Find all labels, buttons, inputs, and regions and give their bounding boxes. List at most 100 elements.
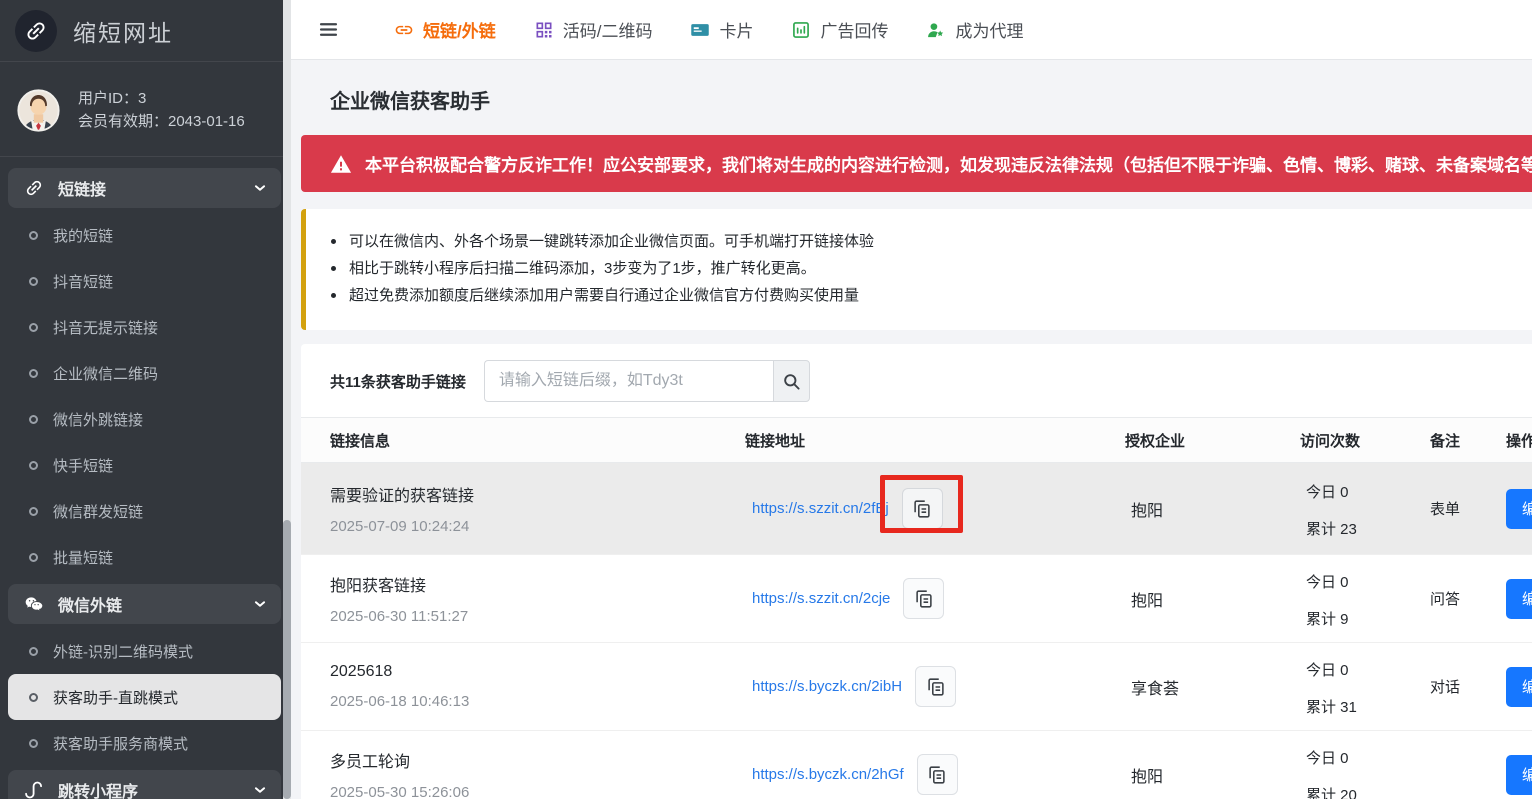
screen: 缩短网址 用户ID：	[0, 0, 1532, 799]
search-button[interactable]	[773, 360, 810, 402]
sidebar-item[interactable]: 获客助手-直跳模式	[8, 674, 281, 720]
sidebar-item[interactable]: 我的短链	[8, 212, 281, 258]
nav-tab-label: 广告回传	[820, 17, 888, 42]
copy-icon	[926, 764, 948, 786]
card-icon	[690, 20, 710, 40]
content: 企业微信获客助手 本平台积极配合警方反诈工作！应公安部要求，我们将对生成的内容进…	[291, 60, 1532, 799]
edit-button[interactable]: 编辑	[1506, 579, 1532, 619]
sidebar-header: 缩短网址	[0, 0, 291, 62]
link-title: 需要验证的获客链接	[330, 482, 745, 506]
visits-today: 今日 0	[1306, 747, 1430, 768]
table-body: 需要验证的获客链接 2025-07-09 10:24:24 https://s.…	[301, 463, 1532, 799]
sidebar-section-label: 短链接	[58, 176, 106, 200]
sidebar-item[interactable]: 获客助手服务商模式	[8, 720, 281, 766]
copy-button[interactable]	[902, 488, 943, 529]
link-icon	[394, 20, 414, 40]
topbar: 短链/外链 活码/二维码 卡片 广告回传 成为代理	[291, 0, 1532, 60]
sidebar-item[interactable]: 微信外跳链接	[8, 396, 281, 442]
copy-button[interactable]	[915, 666, 956, 707]
table-row: 需要验证的获客链接 2025-07-09 10:24:24 https://s.…	[301, 463, 1532, 555]
agent-icon	[926, 20, 946, 40]
circle-icon	[29, 415, 38, 424]
sidebar-item[interactable]: 批量短链	[8, 534, 281, 580]
sidebar-section[interactable]: 微信外链	[8, 584, 281, 624]
short-url-link[interactable]: https://s.byczk.cn/2ibH	[752, 678, 902, 695]
tips-card: 可以在微信内、外各个场景一键跳转添加企业微信页面。可手机端打开链接体验相比于跳转…	[301, 209, 1532, 330]
column-header: 操作	[1506, 430, 1532, 451]
membership-validity: 会员有效期：2043-01-16	[78, 110, 245, 133]
circle-icon	[29, 323, 38, 332]
sidebar-item[interactable]: 快手短链	[8, 442, 281, 488]
column-header: 链接信息	[330, 430, 745, 451]
circle-icon	[29, 739, 38, 748]
nav-tab[interactable]: 卡片	[690, 17, 753, 42]
sidebar-item-label: 抖音短链	[53, 271, 113, 292]
edit-button[interactable]: 编辑	[1506, 755, 1532, 795]
sidebar-section[interactable]: 短链接	[8, 168, 281, 208]
main-area: 短链/外链 活码/二维码 卡片 广告回传 成为代理 企业微信获客助手 本平台积极…	[291, 0, 1532, 799]
column-header: 授权企业	[1125, 430, 1300, 451]
copy-button[interactable]	[917, 754, 958, 795]
short-url-link[interactable]: https://s.szzit.cn/2fBj	[752, 500, 889, 517]
nav-tab-label: 卡片	[719, 17, 753, 42]
sidebar-item-label: 快手短链	[53, 455, 113, 476]
sidebar-item[interactable]: 抖音短链	[8, 258, 281, 304]
sidebar-scrollbar[interactable]	[283, 0, 291, 799]
edit-button[interactable]: 编辑	[1506, 667, 1532, 707]
sidebar-item-label: 抖音无提示链接	[53, 317, 158, 338]
user-panel: 用户ID：3 会员有效期：2043-01-16	[0, 62, 291, 157]
search-input[interactable]	[484, 360, 773, 402]
short-url-link[interactable]: https://s.byczk.cn/2hGf	[752, 766, 904, 783]
remark-text: 对话	[1430, 676, 1506, 697]
nav-tab-label: 成为代理	[955, 17, 1023, 42]
sidebar-section[interactable]: 跳转小程序	[8, 770, 281, 799]
visits-total: 累计 23	[1306, 518, 1430, 539]
copy-icon	[925, 676, 947, 698]
table-header: 链接信息链接地址授权企业访问次数备注操作	[301, 417, 1532, 463]
nav-tab[interactable]: 广告回传	[791, 17, 888, 42]
tips-list: 可以在微信内、外各个场景一键跳转添加企业微信页面。可手机端打开链接体验相比于跳转…	[331, 228, 1532, 309]
nav-tab[interactable]: 活码/二维码	[534, 17, 653, 42]
sidebar-item[interactable]: 抖音无提示链接	[8, 304, 281, 350]
avatar	[16, 88, 61, 133]
sidebar-item[interactable]: 微信群发短链	[8, 488, 281, 534]
chevron-down-icon	[253, 783, 267, 797]
sidebar-item-label: 微信群发短链	[53, 501, 143, 522]
remark-text: 表单	[1430, 498, 1506, 519]
link-title: 抱阳获客链接	[330, 572, 745, 596]
column-header: 备注	[1430, 430, 1506, 451]
visits-total: 累计 20	[1306, 784, 1430, 799]
sidebar-item-label: 外链-识别二维码模式	[53, 641, 193, 662]
warning-banner: 本平台积极配合警方反诈工作！应公安部要求，我们将对生成的内容进行检测，如发现违反…	[301, 135, 1532, 192]
copy-icon	[913, 588, 935, 610]
menu-toggle-icon[interactable]	[318, 19, 339, 40]
chevron-down-icon	[253, 597, 267, 611]
links-card: 共11条获客助手链接 链接信息链接地址授权企业访问次数备注操作 需要验证的获客链…	[301, 344, 1532, 799]
search-icon	[782, 372, 801, 391]
page-title: 企业微信获客助手	[301, 60, 1532, 135]
table-row: 抱阳获客链接 2025-06-30 11:51:27 https://s.szz…	[301, 555, 1532, 643]
warning-text: 本平台积极配合警方反诈工作！应公安部要求，我们将对生成的内容进行检测，如发现违反…	[365, 151, 1532, 176]
table-row: 多员工轮询 2025-05-30 15:26:06 https://s.bycz…	[301, 731, 1532, 799]
visits-total: 累计 9	[1306, 608, 1430, 629]
authorized-company: 抱阳	[1125, 587, 1300, 611]
visits-today: 今日 0	[1306, 659, 1430, 680]
sidebar-scrollbar-thumb[interactable]	[283, 520, 291, 799]
circle-icon	[29, 231, 38, 240]
sidebar-item[interactable]: 外链-识别二维码模式	[8, 628, 281, 674]
wechat-icon	[24, 594, 44, 614]
nav-tab[interactable]: 短链/外链	[394, 17, 496, 42]
authorized-company: 抱阳	[1125, 497, 1300, 521]
edit-button[interactable]: 编辑	[1506, 489, 1532, 529]
nav-tab[interactable]: 成为代理	[926, 17, 1023, 42]
sidebar-item[interactable]: 企业微信二维码	[8, 350, 281, 396]
copy-button[interactable]	[903, 578, 944, 619]
app-title: 缩短网址	[73, 14, 173, 48]
circle-icon	[29, 553, 38, 562]
circle-icon	[29, 369, 38, 378]
short-url-link[interactable]: https://s.szzit.cn/2cje	[752, 590, 890, 607]
remark-text: 问答	[1430, 588, 1506, 609]
links-count: 共11条获客助手链接	[330, 371, 466, 392]
sidebar-section-label: 微信外链	[58, 592, 122, 616]
sidebar-item-label: 企业微信二维码	[53, 363, 158, 384]
